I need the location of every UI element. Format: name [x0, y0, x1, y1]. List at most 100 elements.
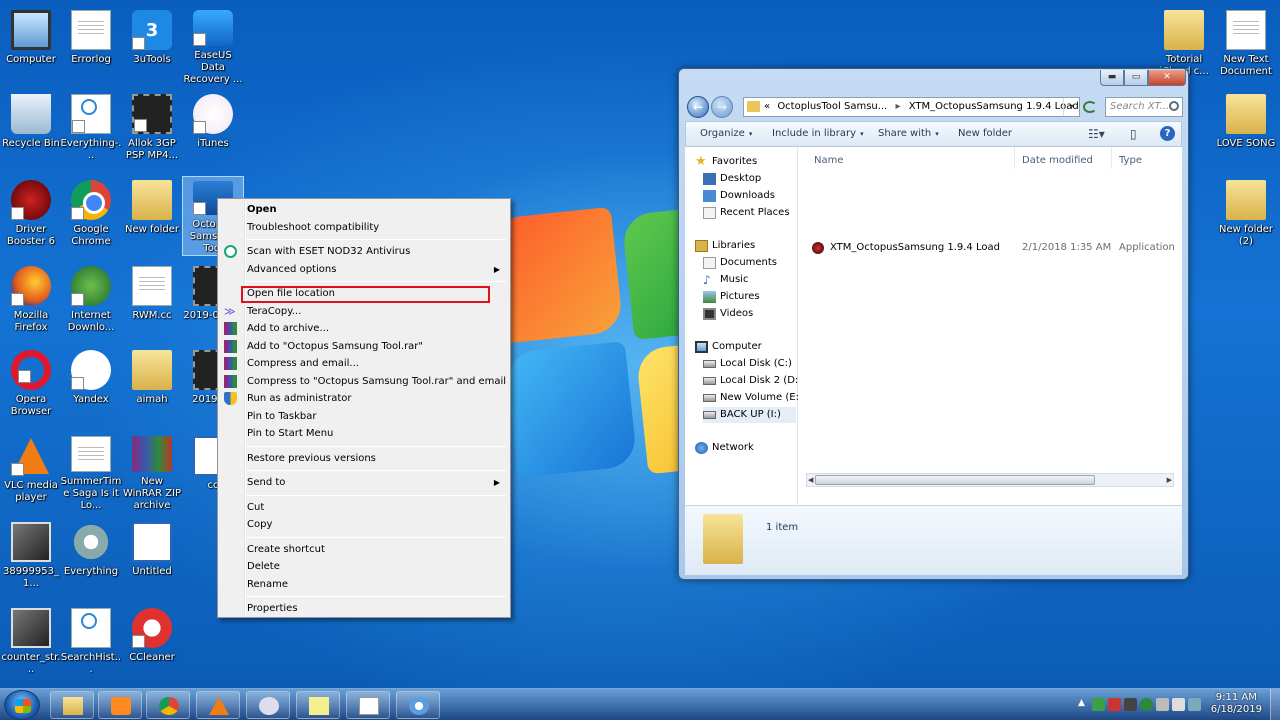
- desktop-icon-easeus[interactable]: EaseUS Data Recovery ...: [182, 6, 244, 86]
- address-bar[interactable]: « OctoplusTool Samsu... ▸ XTM_OctopusSam…: [743, 97, 1080, 117]
- menu-item-rename[interactable]: Rename: [220, 576, 508, 594]
- nav-desktop[interactable]: Desktop: [703, 171, 761, 187]
- desktop-icon-new-folder-2[interactable]: New folder (2): [1215, 176, 1277, 256]
- nav-local-disk-c[interactable]: Local Disk (C:): [703, 356, 792, 372]
- menu-item-open[interactable]: Open: [220, 201, 508, 219]
- desktop-icon-recycle-bin[interactable]: Recycle Bin: [0, 90, 62, 170]
- menu-item-delete[interactable]: Delete: [220, 558, 508, 576]
- desktop-icon-driver-booster[interactable]: Driver Booster 6: [0, 176, 62, 256]
- taskbar-media-player[interactable]: [98, 691, 142, 719]
- desktop-icon-computer[interactable]: Computer: [0, 6, 62, 86]
- desktop-icon-ccleaner[interactable]: CCleaner: [121, 604, 183, 684]
- taskbar-camera[interactable]: [246, 691, 290, 719]
- menu-item-compress-and-email[interactable]: Compress and email...: [220, 355, 508, 373]
- menu-item-advanced-options[interactable]: Advanced options ▶: [220, 261, 508, 279]
- desktop-icon-rwm[interactable]: RWM.cc: [121, 262, 183, 342]
- scroll-left-arrow-icon[interactable]: ◀: [808, 474, 813, 486]
- show-hidden-icons-icon[interactable]: ▲: [1078, 698, 1085, 708]
- nav-downloads[interactable]: Downloads: [703, 188, 775, 204]
- column-header-type[interactable]: Type: [1119, 155, 1142, 166]
- new-folder-button[interactable]: New folder: [958, 128, 1012, 139]
- desktop-icon-idm[interactable]: Internet Downlo...: [60, 262, 122, 342]
- close-button[interactable]: ✕: [1148, 70, 1186, 86]
- tray-app-icon[interactable]: [1188, 698, 1201, 711]
- horizontal-scrollbar[interactable]: ◀ ▶: [806, 473, 1174, 487]
- menu-item-send-to[interactable]: Send to ▶: [220, 474, 508, 492]
- menu-item-compress-to-rar-email[interactable]: Compress to "Octopus Samsung Tool.rar" a…: [220, 373, 508, 391]
- window-titlebar[interactable]: ▬ ▭ ✕: [679, 69, 1188, 93]
- desktop-icon-yandex[interactable]: Y Yandex: [60, 346, 122, 426]
- taskbar-search[interactable]: [346, 691, 390, 719]
- menu-item-copy[interactable]: Copy: [220, 516, 508, 534]
- tray-app-icon[interactable]: [1108, 698, 1121, 711]
- change-view-icon[interactable]: ☷▾: [1088, 127, 1105, 141]
- scroll-thumb[interactable]: [815, 475, 1095, 485]
- explorer-window[interactable]: ▬ ▭ ✕ ← → « OctoplusTool Samsu... ▸ XTM_…: [678, 68, 1189, 580]
- show-desktop-button[interactable]: [1270, 689, 1280, 720]
- taskbar-chrome[interactable]: [146, 691, 190, 719]
- forward-arrow-icon[interactable]: →: [711, 96, 733, 118]
- desktop-icon-untitled[interactable]: Untitled: [121, 518, 183, 598]
- column-divider[interactable]: [1111, 147, 1112, 169]
- nav-music[interactable]: ♪ Music: [703, 272, 748, 288]
- desktop-icon-image-38999953[interactable]: 38999953_1...: [0, 518, 62, 598]
- nav-favorites[interactable]: ★ Favorites: [695, 154, 757, 170]
- start-button[interactable]: [4, 690, 40, 720]
- menu-item-open-file-location[interactable]: Open file location: [220, 285, 508, 303]
- menu-item-create-shortcut[interactable]: Create shortcut: [220, 541, 508, 559]
- taskbar-explorer[interactable]: [50, 691, 94, 719]
- nav-libraries[interactable]: Libraries: [695, 238, 755, 254]
- desktop-icon-3utools[interactable]: 3 3uTools: [121, 6, 183, 86]
- desktop-icon-summertime[interactable]: SummerTime Saga Is it Lo...: [60, 432, 122, 512]
- file-list[interactable]: Name Date modified Type XTM_OctopusSamsu…: [798, 147, 1182, 505]
- tray-app-icon[interactable]: [1124, 698, 1137, 711]
- nav-recent-places[interactable]: Recent Places: [703, 205, 790, 221]
- tray-app-icon[interactable]: [1092, 698, 1105, 711]
- share-with-button[interactable]: Share with ▾: [878, 128, 939, 139]
- nav-pictures[interactable]: Pictures: [703, 289, 760, 305]
- menu-item-troubleshoot[interactable]: Troubleshoot compatibility: [220, 219, 508, 237]
- nav-documents[interactable]: Documents: [703, 255, 777, 271]
- file-row[interactable]: XTM_OctopusSamsung 1.9.4 Load 2/1/2018 1…: [812, 241, 1182, 257]
- back-arrow-icon[interactable]: ←: [687, 96, 709, 118]
- desktop-icon-chrome[interactable]: Google Chrome: [60, 176, 122, 256]
- nav-local-disk-d[interactable]: Local Disk 2 (D:): [703, 373, 802, 389]
- breadcrumb-octoplustool[interactable]: OctoplusTool Samsu...: [777, 101, 887, 112]
- column-header-date[interactable]: Date modified: [1022, 155, 1093, 166]
- column-divider[interactable]: [1014, 147, 1015, 169]
- include-in-library-button[interactable]: Include in library ▾: [772, 128, 864, 139]
- menu-item-cut[interactable]: Cut: [220, 499, 508, 517]
- desktop-icon-everything[interactable]: Everything: [60, 518, 122, 598]
- desktop-icon-opera[interactable]: Opera Browser: [0, 346, 62, 426]
- nav-network[interactable]: Network: [695, 440, 754, 456]
- network-icon[interactable]: [1156, 698, 1169, 711]
- nav-backup-i[interactable]: BACK UP (I:): [703, 407, 796, 423]
- column-header-name[interactable]: Name: [814, 155, 844, 166]
- menu-item-pin-start-menu[interactable]: Pin to Start Menu: [220, 425, 508, 443]
- preview-pane-icon[interactable]: ▯: [1130, 127, 1137, 141]
- address-dropdown-icon[interactable]: ▾: [1063, 98, 1079, 116]
- desktop[interactable]: Computer Recycle Bin Driver Booster 6 Mo…: [0, 0, 1280, 688]
- search-input[interactable]: Search XT...: [1105, 97, 1183, 117]
- menu-item-run-as-admin[interactable]: Run as administrator: [220, 390, 508, 408]
- desktop-icon-aimah[interactable]: aimah: [121, 346, 183, 426]
- help-icon[interactable]: ?: [1160, 126, 1175, 141]
- organize-button[interactable]: Organize ▾: [700, 128, 752, 139]
- menu-item-pin-taskbar[interactable]: Pin to Taskbar: [220, 408, 508, 426]
- desktop-icon-new-text-document[interactable]: New Text Document: [1215, 6, 1277, 86]
- menu-item-scan-eset[interactable]: Scan with ESET NOD32 Antivirus: [220, 243, 508, 261]
- taskbar-paint[interactable]: [396, 691, 440, 719]
- desktop-icon-allok[interactable]: Allok 3GP PSP MP4...: [121, 90, 183, 170]
- desktop-icon-counter-strike[interactable]: counter_str...: [0, 604, 62, 684]
- breadcrumb-xtm-octopus[interactable]: XTM_OctopusSamsung 1.9.4 Load: [909, 101, 1079, 112]
- nav-new-volume-e[interactable]: New Volume (E:): [703, 390, 803, 406]
- minimize-button[interactable]: ▬: [1100, 70, 1124, 86]
- desktop-icon-love-song[interactable]: LOVE SONG: [1215, 90, 1277, 170]
- menu-item-teracopy[interactable]: ≫ TeraCopy...: [220, 303, 508, 321]
- menu-item-add-to-rar[interactable]: Add to "Octopus Samsung Tool.rar": [220, 338, 508, 356]
- menu-item-add-to-archive[interactable]: Add to archive...: [220, 320, 508, 338]
- taskbar-vlc[interactable]: [196, 691, 240, 719]
- desktop-icon-winrar-archive[interactable]: New WinRAR ZIP archive: [121, 432, 183, 512]
- desktop-icon-errorlog[interactable]: Errorlog: [60, 6, 122, 86]
- desktop-icon-everything-setup[interactable]: Everything-...: [60, 90, 122, 170]
